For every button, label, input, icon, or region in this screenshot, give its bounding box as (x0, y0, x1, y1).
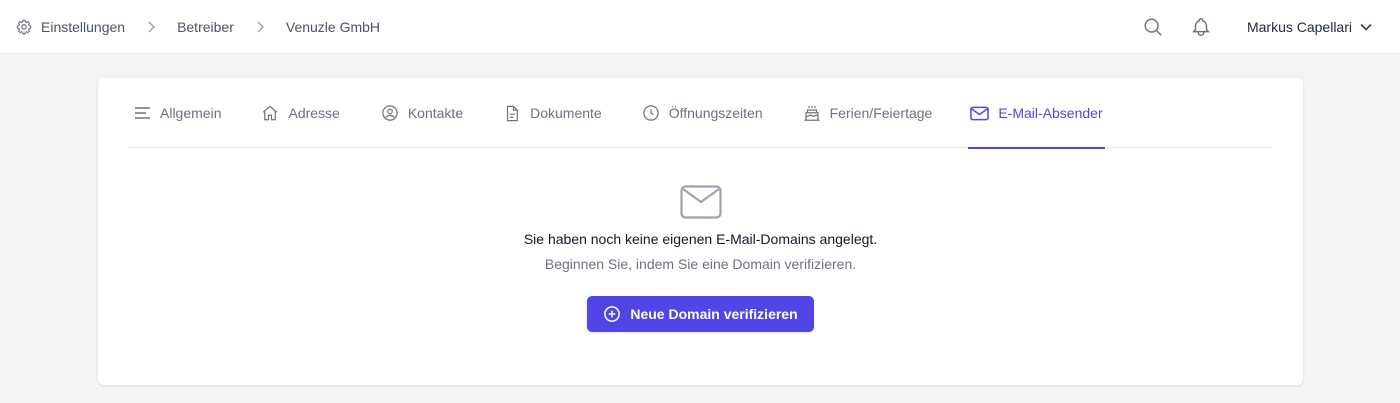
bell-icon (1191, 18, 1211, 36)
tab-label: Adresse (288, 105, 340, 121)
tab-label: Kontakte (407, 105, 464, 121)
tab-kontakte[interactable]: Kontakte (379, 78, 465, 148)
search-icon (1144, 18, 1162, 36)
verify-domain-label: Neue Domain verifizieren (630, 306, 798, 322)
breadcrumb-label: Venuzle GmbH (285, 18, 381, 35)
user-circle-icon (382, 105, 398, 121)
mail-icon (679, 185, 722, 219)
empty-state: Sie haben noch keine eigenen E-Mail-Doma… (98, 148, 1303, 332)
tab-label: Allgemein (160, 105, 222, 121)
document-icon (507, 105, 518, 121)
tab-bar: Allgemein Adresse Kontakte Dokumente Öff… (128, 78, 1272, 149)
tab-email-absender[interactable]: E-Mail-Absender (968, 78, 1105, 149)
menu-lines-icon (135, 107, 150, 119)
mail-icon (970, 106, 990, 120)
empty-state-title: Sie haben noch keine eigenen E-Mail-Doma… (523, 231, 878, 247)
tab-adresse[interactable]: Adresse (259, 78, 341, 148)
plus-circle-icon (604, 306, 621, 322)
clock-icon (642, 105, 659, 121)
tab-oeffnungszeiten[interactable]: Öffnungszeiten (640, 78, 765, 148)
tab-label: Öffnungszeiten (668, 105, 763, 121)
chevron-right-icon (147, 20, 156, 33)
tab-label: Dokumente (530, 105, 602, 121)
home-icon (263, 105, 278, 121)
user-menu[interactable]: Markus Capellari (1247, 19, 1372, 35)
empty-state-subtitle: Beginnen Sie, indem Sie eine Domain veri… (544, 256, 857, 272)
notifications-button[interactable] (1189, 15, 1213, 39)
breadcrumb-item-venuzle[interactable]: Venuzle GmbH (286, 19, 380, 35)
verify-domain-button[interactable]: Neue Domain verifizieren (587, 296, 814, 332)
tab-dokumente[interactable]: Dokumente (501, 78, 604, 148)
tab-label: Ferien/Feiertage (829, 105, 933, 121)
breadcrumb-item-betreiber[interactable]: Betreiber (177, 19, 234, 35)
breadcrumb: Einstellungen Betreiber Venuzle GmbH (15, 0, 380, 53)
chevron-down-icon (1360, 23, 1372, 31)
tab-ferien-feiertage[interactable]: Ferien/Feiertage (801, 78, 935, 148)
top-bar: Einstellungen Betreiber Venuzle GmbH Mar… (0, 0, 1400, 54)
tab-label: E-Mail-Absender (998, 105, 1103, 121)
cake-icon (804, 105, 820, 121)
search-button[interactable] (1141, 15, 1165, 39)
tab-allgemein[interactable]: Allgemein (132, 78, 223, 148)
settings-card: Allgemein Adresse Kontakte Dokumente Öff… (98, 78, 1303, 385)
gear-icon (16, 19, 32, 34)
breadcrumb-label: Einstellungen (41, 18, 126, 35)
chevron-right-icon (256, 20, 264, 33)
scrollbar[interactable] (1383, 54, 1400, 403)
breadcrumb-label: Betreiber (177, 18, 234, 35)
breadcrumb-item-einstellungen[interactable]: Einstellungen (15, 18, 125, 36)
user-name: Markus Capellari (1246, 19, 1352, 35)
